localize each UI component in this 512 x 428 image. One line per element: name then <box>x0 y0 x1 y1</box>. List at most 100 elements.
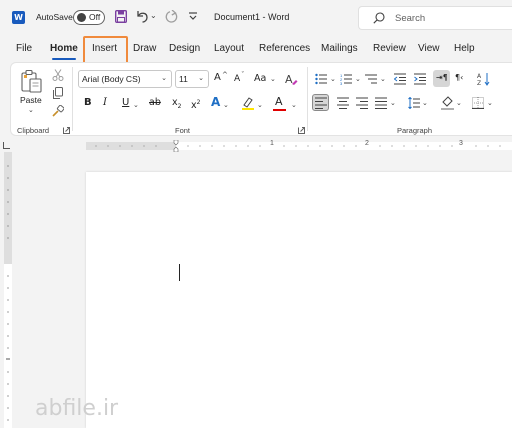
tab-draw[interactable]: Draw <box>133 43 156 54</box>
undo-dropdown-icon[interactable]: ⌄ <box>150 11 157 20</box>
svg-text:A: A <box>285 73 293 86</box>
document-title: Document1 - Word <box>214 12 290 22</box>
save-icon[interactable] <box>115 10 127 23</box>
autosave-state: Off <box>89 12 101 22</box>
customize-quick-access-icon[interactable] <box>188 11 198 21</box>
redo-icon[interactable] <box>164 10 178 24</box>
clipboard-launcher-icon[interactable] <box>63 127 70 134</box>
align-left-icon <box>315 97 327 109</box>
bullets-icon[interactable] <box>315 73 327 85</box>
tab-file[interactable]: File <box>16 43 32 54</box>
font-name-dropdown[interactable]: Arial (Body CS) ⌄ <box>78 70 172 88</box>
toggle-knob <box>77 13 86 22</box>
text-effects-button[interactable]: A <box>211 96 220 108</box>
undo-icon[interactable] <box>136 10 149 23</box>
highlight-color-icon[interactable] <box>241 96 255 110</box>
font-size-value: 11 <box>179 74 188 84</box>
align-left-button[interactable] <box>312 94 329 111</box>
shading-icon[interactable] <box>441 96 454 110</box>
align-center-icon[interactable] <box>337 97 349 109</box>
line-spacing-icon[interactable] <box>408 97 420 109</box>
svg-text:Z: Z <box>477 80 481 86</box>
tab-help[interactable]: Help <box>454 43 475 54</box>
sort-direction-toggle[interactable]: ⇥¶ <box>433 70 450 87</box>
shrink-font-button[interactable]: A <box>234 73 240 85</box>
font-color-button[interactable]: A <box>275 96 283 108</box>
title-bar: W AutoSave Off ⌄ Document1 - Word Search <box>0 0 512 36</box>
format-painter-icon[interactable] <box>52 105 64 117</box>
change-case-button[interactable]: Aa <box>254 73 266 85</box>
borders-icon[interactable] <box>472 97 484 109</box>
justify-icon[interactable] <box>375 97 387 109</box>
active-tab-indicator <box>52 58 76 60</box>
autosave-toggle[interactable]: Off <box>73 10 105 25</box>
font-name-value: Arial (Body CS) <box>82 74 141 84</box>
tab-references[interactable]: References <box>259 43 310 54</box>
font-size-dropdown[interactable]: 11 ⌄ <box>175 70 209 88</box>
tab-view[interactable]: View <box>418 43 440 54</box>
paragraph-group-label: Paragraph <box>397 126 433 135</box>
increase-indent-icon[interactable] <box>414 73 426 85</box>
ruler-number: 2 <box>365 140 369 147</box>
underline-button[interactable]: U <box>122 97 129 109</box>
chevron-down-icon: ⌄ <box>161 75 167 82</box>
chevron-down-icon[interactable]: ⌄ <box>390 97 396 109</box>
tab-layout[interactable]: Layout <box>214 43 244 54</box>
autosave-label: AutoSave <box>36 12 73 22</box>
align-right-icon[interactable] <box>356 97 368 109</box>
chevron-down-icon[interactable]: ⌄ <box>355 73 361 85</box>
chevron-down-icon[interactable]: ⌄ <box>257 99 263 111</box>
paste-icon[interactable] <box>21 69 43 93</box>
subscript-button[interactable]: x2 <box>172 97 181 113</box>
italic-button[interactable]: I <box>103 97 107 109</box>
strikethrough-button[interactable]: ab <box>149 97 161 109</box>
decrease-indent-icon[interactable] <box>394 73 406 85</box>
chevron-down-icon[interactable]: ⌄ <box>133 99 139 111</box>
font-color-bar <box>273 109 286 111</box>
group-separator <box>307 67 308 131</box>
ltr-icon: ⇥¶ <box>436 73 448 82</box>
tab-mailings[interactable]: Mailings <box>321 43 358 54</box>
sort-icon[interactable]: A Z <box>477 72 490 86</box>
tab-home[interactable]: Home <box>50 43 78 54</box>
chevron-down-icon[interactable]: ⌄ <box>291 99 297 111</box>
group-separator <box>72 67 73 131</box>
ribbon-home: Paste ⌄ Clipboard Arial (Body CS) ⌄ 11 ⌄… <box>10 62 512 136</box>
copy-icon[interactable] <box>52 87 64 99</box>
cut-icon[interactable] <box>52 69 64 81</box>
rtl-icon[interactable]: ¶‹ <box>455 72 463 84</box>
word-app-icon: W <box>12 11 25 24</box>
chevron-down-icon[interactable]: ⌄ <box>380 73 386 85</box>
tab-review[interactable]: Review <box>373 43 406 54</box>
chevron-down-icon[interactable]: ⌄ <box>330 73 336 85</box>
multilevel-list-icon[interactable] <box>365 73 377 85</box>
chevron-down-icon[interactable]: ⌄ <box>487 97 493 109</box>
ribbon-tabs: File Home Insert Draw Design Layout Refe… <box>0 36 512 62</box>
paste-dropdown-icon[interactable]: ⌄ <box>28 106 34 114</box>
chevron-down-icon[interactable]: ⌄ <box>456 97 462 109</box>
chevron-down-icon[interactable]: ⌄ <box>422 97 428 109</box>
numbering-icon[interactable]: 1 2 3 <box>340 73 352 85</box>
chevron-down-icon[interactable]: ⌄ <box>270 73 276 85</box>
document-page[interactable] <box>86 172 512 428</box>
svg-text:3: 3 <box>340 81 343 85</box>
superscript-button[interactable]: x2 <box>191 97 200 112</box>
horizontal-ruler[interactable] <box>86 140 512 152</box>
clipboard-group-label: Clipboard <box>17 126 50 135</box>
ruler-number: 1 <box>270 140 274 147</box>
font-launcher-icon[interactable] <box>298 127 305 134</box>
shrink-font-caret-icon: ˇ <box>241 71 245 79</box>
svg-text:A: A <box>477 73 482 80</box>
chevron-down-icon[interactable]: ⌄ <box>223 99 229 111</box>
vertical-ruler[interactable] <box>3 152 13 428</box>
search-placeholder: Search <box>395 13 426 24</box>
bold-button[interactable]: B <box>84 97 92 109</box>
search-box[interactable]: Search <box>358 6 512 30</box>
tab-selector-icon[interactable] <box>3 142 10 149</box>
grow-font-button[interactable]: A <box>214 72 221 84</box>
paste-button-label[interactable]: Paste <box>20 95 42 105</box>
tab-design[interactable]: Design <box>169 43 200 54</box>
ruler-number: 3 <box>459 140 463 147</box>
text-cursor <box>179 264 180 281</box>
clear-formatting-icon[interactable]: A <box>284 72 298 86</box>
